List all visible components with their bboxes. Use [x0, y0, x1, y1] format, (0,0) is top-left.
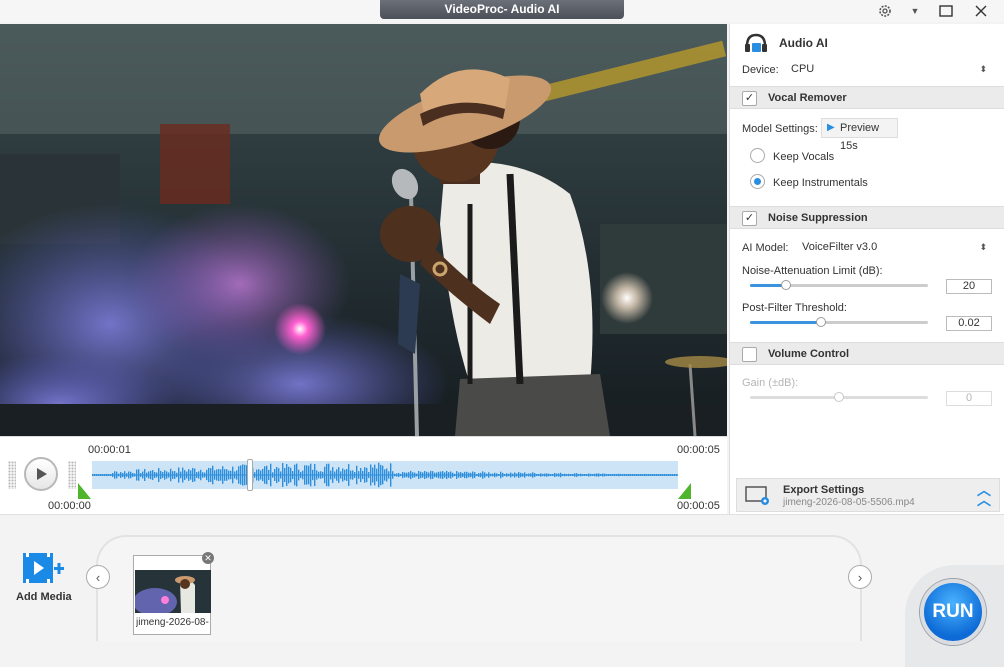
audio-ai-icon — [744, 32, 768, 57]
preview-label: Preview 15s — [840, 122, 880, 152]
media-item[interactable]: jimeng-2026-08- — [133, 555, 211, 635]
noise-suppression-title: Noise Suppression — [768, 212, 868, 224]
scroll-right-button[interactable]: › — [848, 565, 872, 589]
noise-suppression-checkbox[interactable]: ✓ — [742, 211, 757, 226]
postfilter-slider[interactable] — [750, 317, 928, 327]
settings-gear-icon[interactable] — [870, 0, 900, 22]
keep-vocals-radio[interactable] — [750, 148, 765, 163]
scroll-left-button[interactable]: ‹ — [86, 565, 110, 589]
panel-title: Audio AI — [779, 36, 828, 50]
right-drag-grip[interactable] — [68, 461, 76, 489]
vocal-remover-checkbox[interactable]: ✓ — [742, 91, 757, 106]
ai-model-select[interactable]: VoiceFilter v3.0 ⬍ — [794, 237, 993, 257]
playhead[interactable] — [247, 459, 254, 491]
keep-instrumentals-radio[interactable] — [750, 174, 765, 189]
ai-model-label: AI Model: — [742, 242, 789, 254]
attenuation-knob[interactable] — [780, 280, 791, 290]
left-drag-grip[interactable] — [8, 461, 16, 489]
play-button[interactable] — [24, 457, 58, 491]
volume-control-checkbox[interactable] — [742, 347, 757, 362]
postfilter-value[interactable]: 0.02 — [946, 316, 992, 331]
media-thumbnail — [135, 570, 211, 613]
start-time: 00:00:00 — [48, 500, 91, 512]
trim-start-handle[interactable] — [78, 483, 91, 499]
add-media-label[interactable]: Add Media — [16, 591, 72, 603]
device-label: Device: — [742, 64, 779, 76]
maximize-icon[interactable] — [931, 0, 961, 22]
monitor-gear-icon — [745, 485, 771, 510]
attenuation-value[interactable]: 20 — [946, 279, 992, 294]
audio-ai-panel: Audio AI Device: CPU ⬍ ✓ Vocal Remover M… — [729, 24, 1004, 514]
vocal-remover-header: ✓ Vocal Remover — [730, 86, 1004, 109]
volume-control-header: Volume Control — [730, 342, 1004, 365]
select-arrows-icon: ⬍ — [979, 242, 987, 252]
chevron-left-icon: ‹ — [95, 569, 101, 585]
export-title: Export Settings — [783, 484, 865, 496]
double-chevron-up-icon[interactable]: ︿ ︿ — [977, 483, 991, 507]
model-settings-label: Model Settings: — [742, 123, 818, 135]
gain-slider[interactable] — [750, 392, 928, 402]
add-media-icon[interactable] — [20, 551, 66, 587]
gain-value: 0 — [946, 391, 992, 406]
timeline-panel: 00:00:01 00:00:05 00:00:00 00:00:05 — [0, 436, 727, 514]
export-settings-bar[interactable]: Export Settings jimeng-2026-08-05-5506.m… — [736, 478, 1000, 512]
postfilter-knob[interactable] — [816, 317, 827, 327]
device-select[interactable]: CPU ⬍ — [783, 59, 993, 79]
noise-suppression-header: ✓ Noise Suppression — [730, 206, 1004, 229]
dropdown-chevron-icon[interactable]: ▼ — [900, 0, 930, 22]
select-arrows-icon: ⬍ — [979, 64, 987, 74]
attenuation-label: Noise-Attenuation Limit (dB): — [742, 265, 883, 277]
postfilter-label: Post-Filter Threshold: — [742, 302, 847, 314]
end-time-top: 00:00:05 — [677, 444, 720, 456]
close-icon[interactable] — [966, 0, 996, 22]
title-bar: VideoProc- Audio AI ▼ — [0, 0, 1004, 22]
keep-instrumentals-label: Keep Instrumentals — [773, 177, 868, 189]
end-time-bottom: 00:00:05 — [677, 500, 720, 512]
audio-waveform[interactable] — [92, 461, 678, 489]
vocal-remover-title: Vocal Remover — [768, 92, 847, 104]
gain-knob[interactable] — [834, 392, 844, 402]
gain-label: Gain (±dB): — [742, 377, 799, 389]
ai-model-value: VoiceFilter v3.0 — [802, 241, 878, 253]
run-button[interactable]: RUN — [920, 579, 986, 645]
media-bar: Add Media ‹ › jimeng-2026-08- ✕ RUN — [0, 514, 1004, 667]
export-filename: jimeng-2026-08-05-5506.mp4 — [783, 497, 915, 508]
play-triangle-icon: ▶ — [827, 122, 835, 133]
trim-end-handle[interactable] — [678, 483, 691, 499]
window-title: VideoProc- Audio AI — [380, 0, 624, 19]
attenuation-slider[interactable] — [750, 280, 928, 290]
keep-vocals-label: Keep Vocals — [773, 151, 835, 163]
chevron-right-icon: › — [857, 569, 863, 585]
play-icon — [37, 468, 47, 480]
preview-button[interactable]: ▶ Preview 15s — [821, 118, 898, 152]
remove-media-icon[interactable]: ✕ — [202, 552, 214, 564]
current-time: 00:00:01 — [88, 444, 131, 456]
video-preview[interactable] — [0, 24, 727, 436]
device-value: CPU — [791, 63, 815, 75]
volume-control-title: Volume Control — [768, 348, 850, 360]
media-item-name: jimeng-2026-08- — [136, 617, 209, 628]
